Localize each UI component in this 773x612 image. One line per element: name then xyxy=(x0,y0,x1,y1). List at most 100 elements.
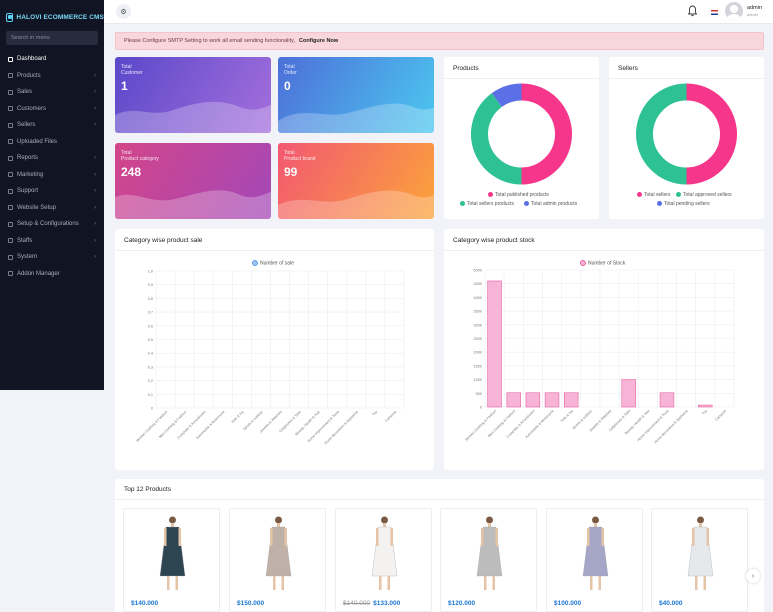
sidebar-item-staffs[interactable]: Staffs › xyxy=(0,233,104,250)
sidebar: HALOVI ECOMMERCE CMS Search in menu Dash… xyxy=(0,0,104,390)
logo-icon xyxy=(6,12,14,22)
sidebar-item-uploaded-files[interactable]: Uploaded Files xyxy=(0,134,104,151)
bar[interactable] xyxy=(621,379,636,408)
avatar[interactable] xyxy=(725,2,743,20)
bar[interactable] xyxy=(563,392,579,408)
donut-slice[interactable] xyxy=(491,83,523,108)
legend-item[interactable]: Total published products xyxy=(488,192,549,198)
report-icon xyxy=(8,155,13,161)
chevron-right-icon: › xyxy=(94,254,96,261)
legend-item[interactable]: Total admin products xyxy=(524,201,577,207)
bar[interactable] xyxy=(659,392,675,408)
stat-total-customer: Total Customer 1 xyxy=(115,57,271,133)
carousel-next-button[interactable]: › xyxy=(746,569,760,583)
product-card[interactable]: $140.000 $133.000 xyxy=(335,508,432,612)
sidebar-item-label: Reports xyxy=(17,155,39,162)
sidebar-item-sellers[interactable]: Sellers › xyxy=(0,117,104,134)
sidebar-item-customers[interactable]: Customers › xyxy=(0,101,104,118)
sidebar-item-label: Dashboard xyxy=(17,56,47,63)
bar[interactable] xyxy=(525,392,541,408)
y-tick-label: 0.7 xyxy=(148,311,153,315)
product-new-price: $150.000 xyxy=(237,600,265,607)
box-icon xyxy=(8,73,13,79)
megaphone-icon xyxy=(8,172,13,178)
product-new-price: $120.000 xyxy=(448,600,476,607)
y-tick-label: 4000 xyxy=(474,296,482,300)
product-card[interactable]: $120.000 xyxy=(440,508,537,612)
bar[interactable] xyxy=(698,404,713,408)
legend-label: Total published products xyxy=(495,192,549,198)
product-old-price: $140.000 xyxy=(343,600,371,607)
sidebar-item-system[interactable]: System › xyxy=(0,249,104,266)
x-tick-label: Toy xyxy=(701,409,708,416)
legend-dot xyxy=(657,201,662,207)
sidebar-search-input[interactable]: Search in menu xyxy=(6,31,98,45)
legend-item[interactable]: Total approved sellers xyxy=(676,192,732,198)
sidebar-item-reports[interactable]: Reports › xyxy=(0,150,104,167)
stat-value: 1 xyxy=(121,79,128,93)
alert-message: Please Configure SMTP Setting to work al… xyxy=(124,38,295,44)
product-card[interactable]: $40.000 xyxy=(651,508,748,612)
category-stock-chart-card: Category wise product stock Number of St… xyxy=(444,229,764,470)
chevron-right-icon: › xyxy=(94,122,96,129)
y-tick-label: 0.1 xyxy=(148,393,153,397)
legend-item[interactable]: Total sellers products xyxy=(460,201,514,207)
stat-wave xyxy=(278,190,434,219)
user-role: admin xyxy=(747,12,758,17)
product-price: $140.000 xyxy=(131,600,158,607)
product-image[interactable] xyxy=(150,514,195,594)
donut-slice[interactable] xyxy=(636,83,687,185)
configure-now-link[interactable]: Configure Now xyxy=(299,38,338,44)
y-tick-label: 1.0 xyxy=(148,270,153,274)
donut-slice[interactable] xyxy=(686,83,737,185)
stat-wave xyxy=(115,101,271,133)
product-card[interactable]: $150.000 xyxy=(229,508,326,612)
product-card[interactable]: $140.000 xyxy=(123,508,220,612)
language-flag-icon[interactable] xyxy=(711,10,718,15)
sidebar-item-sales[interactable]: Sales › xyxy=(0,84,104,101)
stat-total-product-brand: Total Product brand 99 xyxy=(278,143,434,219)
bar[interactable] xyxy=(544,392,560,408)
notification-bell-icon[interactable] xyxy=(688,5,697,17)
logo[interactable]: HALOVI ECOMMERCE CMS xyxy=(0,0,104,24)
legend-label: Total sellers xyxy=(644,192,671,198)
stat-value: 248 xyxy=(121,165,142,179)
stat-value: 99 xyxy=(284,165,298,179)
gear-icon xyxy=(8,221,13,227)
stat-total-order: Total Order 0 xyxy=(278,57,434,133)
bar[interactable] xyxy=(506,392,521,408)
donut-slice[interactable] xyxy=(471,93,522,185)
users-icon xyxy=(8,106,13,112)
x-tick-label: Toy xyxy=(371,410,378,417)
x-tick-label: Women Clothing & Fashion xyxy=(464,409,497,442)
sidebar-item-label: Website Setup xyxy=(17,204,56,211)
sidebar-item-support[interactable]: Support › xyxy=(0,183,104,200)
legend-item[interactable]: Total sellers xyxy=(637,192,670,198)
sellers-donut-card: Sellers Total sellers Total approved sel… xyxy=(609,57,764,219)
product-image[interactable] xyxy=(678,514,723,594)
sidebar-item-products[interactable]: Products › xyxy=(0,68,104,85)
product-image[interactable] xyxy=(467,514,512,594)
sidebar-item-marketing[interactable]: Marketing › xyxy=(0,167,104,184)
settings-gear-button[interactable]: ⚙ xyxy=(116,4,131,19)
bar[interactable] xyxy=(487,280,502,408)
chevron-right-icon: › xyxy=(751,572,755,580)
product-image[interactable] xyxy=(256,514,301,594)
product-image[interactable] xyxy=(573,514,618,594)
sidebar-item-website-setup[interactable]: Website Setup › xyxy=(0,200,104,217)
product-card[interactable]: $100.000 xyxy=(546,508,643,612)
user-name[interactable]: admin xyxy=(747,5,762,11)
legend-item[interactable]: Total pending sellers xyxy=(657,201,710,207)
sidebar-item-label: Setup & Configurations xyxy=(17,221,79,228)
sidebar-item-setup-configurations[interactable]: Setup & Configurations › xyxy=(0,216,104,233)
support-icon xyxy=(8,188,13,194)
product-image[interactable] xyxy=(362,514,407,594)
legend-dot xyxy=(460,201,465,207)
sidebar-item-dashboard[interactable]: Dashboard xyxy=(0,51,104,68)
legend-dot xyxy=(637,192,642,198)
legend-label: Total approved sellers xyxy=(683,192,732,198)
product-price: $150.000 xyxy=(237,600,264,607)
sidebar-item-addon-manager[interactable]: Addon Manager xyxy=(0,266,104,283)
y-tick-label: 0.4 xyxy=(148,352,153,356)
donut-slice[interactable] xyxy=(521,83,572,185)
